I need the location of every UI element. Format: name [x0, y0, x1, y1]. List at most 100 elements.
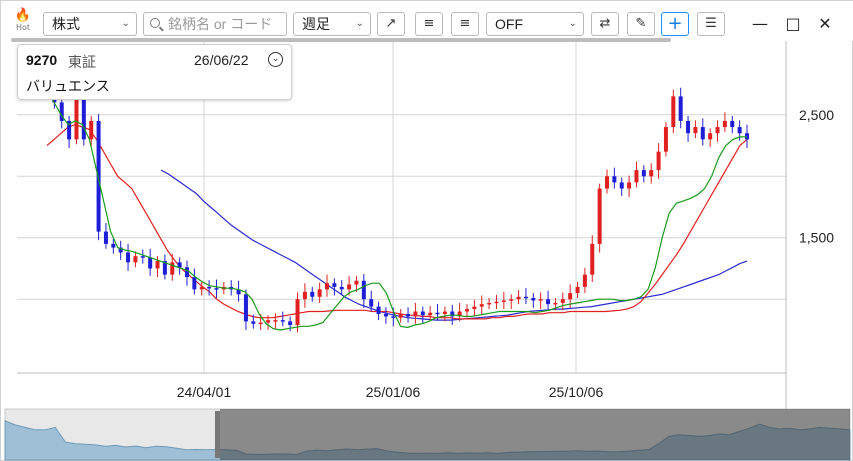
candle-body [700, 127, 705, 140]
candle-body [310, 291, 315, 297]
close-icon: ✕ [818, 14, 832, 33]
candle-body [479, 304, 484, 307]
flame-icon: 🔥 [14, 8, 32, 23]
candle-body [192, 277, 197, 290]
candle-body [243, 294, 248, 322]
candle-body [273, 320, 278, 322]
candle-body [126, 252, 131, 263]
candle-body [325, 283, 329, 290]
candle-body [465, 309, 469, 312]
candle-body [605, 176, 609, 189]
indicator-select-value: OFF [495, 16, 523, 32]
draw-button[interactable]: ✎ [627, 12, 655, 36]
candle-body [546, 299, 551, 305]
candle-body [332, 283, 337, 287]
sliders-icon: ☰ [705, 16, 717, 31]
settings-button[interactable]: ☰ [697, 12, 725, 36]
align-right-button[interactable]: ≡ [451, 12, 479, 36]
candle-body [140, 256, 145, 258]
candle-body [199, 286, 204, 290]
candle-body [170, 262, 175, 275]
candle-body [715, 127, 720, 134]
maximize-icon: □ [785, 14, 801, 33]
candle-body [148, 257, 153, 269]
candle-body [509, 299, 514, 301]
period-select-value: 週足 [302, 16, 330, 32]
candle-body [111, 243, 116, 248]
candle-body [361, 280, 366, 300]
x-tick-label: 25/10/06 [549, 384, 604, 400]
candle-body [435, 312, 440, 315]
candle-body [722, 120, 727, 128]
market-select[interactable]: 株式 ⌄ [43, 12, 137, 36]
candle-body [553, 302, 558, 305]
chevron-down-icon: ⌄ [355, 18, 364, 29]
candle-body [354, 280, 359, 285]
candle-body [582, 274, 587, 287]
candle-body [656, 151, 661, 171]
search-icon [150, 18, 160, 28]
candle-body [266, 320, 271, 323]
candle-body [590, 243, 595, 275]
candle-body [730, 120, 735, 128]
search-input[interactable]: 銘柄名 or コード [143, 12, 287, 36]
chart-window: 2,500 1,500 24/04/01 25/01/06 25/10/06 🔥 Hot… [0, 0, 853, 461]
shuffle-icon: ⇄ [599, 16, 611, 31]
candle-body [494, 301, 499, 304]
candle-body [612, 176, 617, 183]
candle-body [693, 127, 698, 134]
candle-body [207, 286, 212, 289]
stock-name: バリュエンス [26, 78, 110, 94]
shuffle-button[interactable]: ⇄ [591, 12, 619, 36]
candle-body [531, 297, 536, 301]
candle-body [634, 170, 639, 183]
candle-body [302, 291, 307, 300]
y-tick-label: 2,500 [799, 107, 834, 123]
x-tick-label: 25/01/06 [366, 384, 421, 400]
close-button[interactable]: ✕ [812, 11, 838, 37]
candle-body [627, 182, 632, 189]
candle-body [663, 127, 668, 152]
arrow-up-right-icon: ↗ [385, 16, 397, 31]
trendline-button[interactable]: ↗ [377, 12, 405, 36]
candle-body [280, 320, 285, 322]
candle-body [133, 256, 138, 263]
candle-body [428, 312, 433, 316]
indicator-select[interactable]: OFF ⌄ [486, 12, 584, 36]
candle-body [185, 267, 189, 278]
toolbar: 🔥 Hot 株式 ⌄ 銘柄名 or コード 週足 ⌄ ↗ ≡ ≡ OFF ⌄ ⇄… [1, 1, 853, 42]
candle-body [708, 133, 713, 140]
maximize-button[interactable]: □ [780, 11, 806, 37]
candle-body [641, 170, 646, 177]
align-left-button[interactable]: ≡ [415, 12, 443, 36]
minimize-button[interactable]: — [747, 11, 773, 37]
candle-body [737, 127, 742, 134]
candle-body [251, 321, 256, 324]
candle-body [398, 313, 403, 318]
candle-body [288, 321, 293, 326]
market-select-value: 株式 [52, 16, 80, 32]
candle-body [575, 286, 580, 294]
candle-body [568, 293, 573, 300]
candle-body [81, 96, 86, 140]
candle-body [214, 288, 219, 290]
candle-body [619, 182, 624, 189]
candle-body [523, 296, 528, 299]
toolbar-scrollbar[interactable] [11, 38, 671, 42]
candle-body [376, 306, 381, 314]
minimize-icon: — [752, 14, 768, 33]
candle-body [103, 231, 108, 244]
crosshair-button[interactable]: + [661, 12, 689, 36]
candle-body [686, 120, 691, 134]
crosshair-icon: + [667, 13, 683, 34]
candle-body [597, 188, 602, 244]
hot-button[interactable]: 🔥 Hot [11, 9, 35, 37]
chevron-down-icon: ⌄ [121, 18, 130, 29]
candle-body [649, 170, 654, 177]
candle-body [155, 261, 160, 269]
chevron-down-icon[interactable]: ⌄ [268, 52, 283, 67]
candle-body [678, 96, 683, 121]
candle-body [391, 316, 396, 318]
period-select[interactable]: 週足 ⌄ [293, 12, 371, 36]
candle-body [96, 120, 101, 232]
